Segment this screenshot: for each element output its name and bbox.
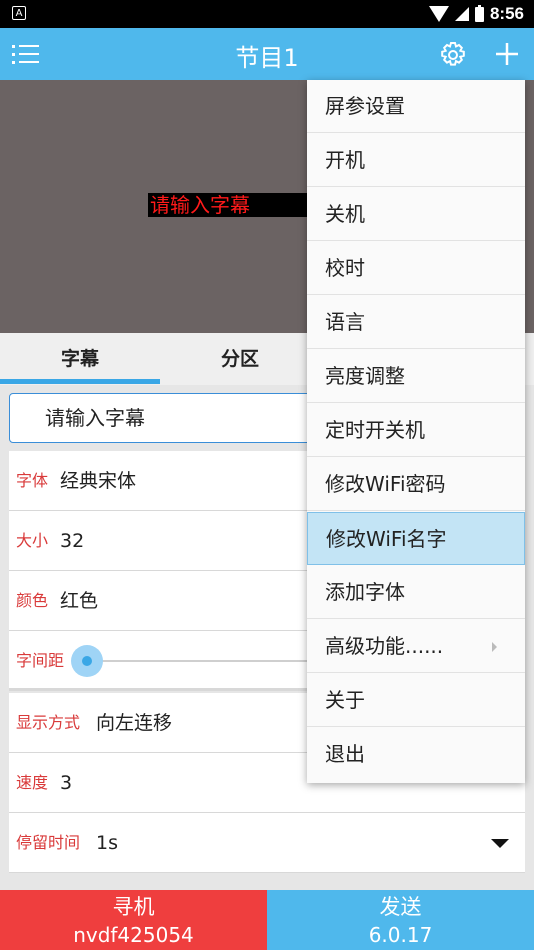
speed-value: 3	[60, 772, 73, 794]
size-label: 大小	[16, 531, 49, 550]
tab-active-indicator	[0, 379, 160, 384]
menu-item-language[interactable]: 语言	[307, 296, 525, 349]
menu-item-about[interactable]: 关于	[307, 674, 525, 727]
status-bar: A 8:56	[0, 0, 534, 28]
plus-icon[interactable]	[492, 39, 522, 69]
preview-caption: 请输入字幕	[148, 193, 308, 217]
app-bar: 节目1	[0, 28, 534, 80]
subtitle-input[interactable]: 请输入字幕	[9, 393, 339, 443]
menu-item-brightness[interactable]: 亮度调整	[307, 350, 525, 403]
wifi-icon	[428, 6, 449, 22]
stay-time-label: 停留时间	[16, 833, 81, 852]
notification-a-icon: A	[12, 6, 26, 20]
battery-icon	[474, 4, 484, 22]
send-label: 发送	[379, 895, 422, 919]
menu-item-wifi-name[interactable]: 修改WiFi名字	[307, 512, 525, 565]
find-device-button[interactable]: 寻机 nvdf425054	[0, 890, 267, 950]
menu-item-sync-time[interactable]: 校时	[307, 242, 525, 295]
dropdown-arrow-icon[interactable]	[491, 839, 509, 848]
gear-icon[interactable]	[438, 40, 468, 70]
status-time: 8:56	[489, 4, 524, 23]
menu-item-power-on[interactable]: 开机	[307, 134, 525, 187]
speed-label: 速度	[16, 773, 49, 792]
menu-item-power-off[interactable]: 关机	[307, 188, 525, 241]
spacing-label: 字间距	[16, 651, 65, 670]
find-device-label: 寻机	[112, 895, 155, 919]
menu-item-timer-power[interactable]: 定时开关机	[307, 404, 525, 457]
color-label: 颜色	[16, 591, 49, 610]
spacing-slider-knob[interactable]	[71, 645, 103, 677]
submenu-arrow-icon	[492, 642, 497, 652]
size-value: 32	[60, 530, 85, 552]
send-button[interactable]: 发送 6.0.17	[267, 890, 534, 950]
menu-item-screen-params[interactable]: 屏参设置	[307, 80, 525, 133]
menu-item-wifi-password[interactable]: 修改WiFi密码	[307, 458, 525, 511]
menu-item-advanced-label: 高级功能......	[325, 634, 444, 658]
display-mode-value: 向左连移	[96, 712, 173, 734]
overflow-menu: 屏参设置 开机 关机 校时 语言 亮度调整 定时开关机 修改WiFi密码 修改W…	[307, 80, 525, 783]
cellular-signal-icon	[454, 7, 469, 21]
status-right: 8:56	[428, 3, 524, 25]
tab-subtitle[interactable]: 字幕	[0, 333, 160, 385]
font-label: 字体	[16, 471, 49, 490]
firmware-version: 6.0.17	[368, 923, 433, 947]
color-value: 红色	[60, 590, 99, 612]
menu-item-advanced[interactable]: 高级功能......	[307, 620, 525, 673]
menu-item-add-font[interactable]: 添加字体	[307, 566, 525, 619]
menu-item-exit[interactable]: 退出	[307, 728, 525, 781]
stay-time-row[interactable]: 停留时间 1s	[9, 813, 525, 873]
device-id: nvdf425054	[73, 923, 194, 947]
bottom-bar: 寻机 nvdf425054 发送 6.0.17	[0, 890, 534, 950]
font-value: 经典宋体	[60, 470, 137, 492]
tab-zone[interactable]: 分区	[160, 333, 320, 385]
stay-time-value: 1s	[96, 832, 118, 854]
display-mode-label: 显示方式	[16, 713, 81, 732]
